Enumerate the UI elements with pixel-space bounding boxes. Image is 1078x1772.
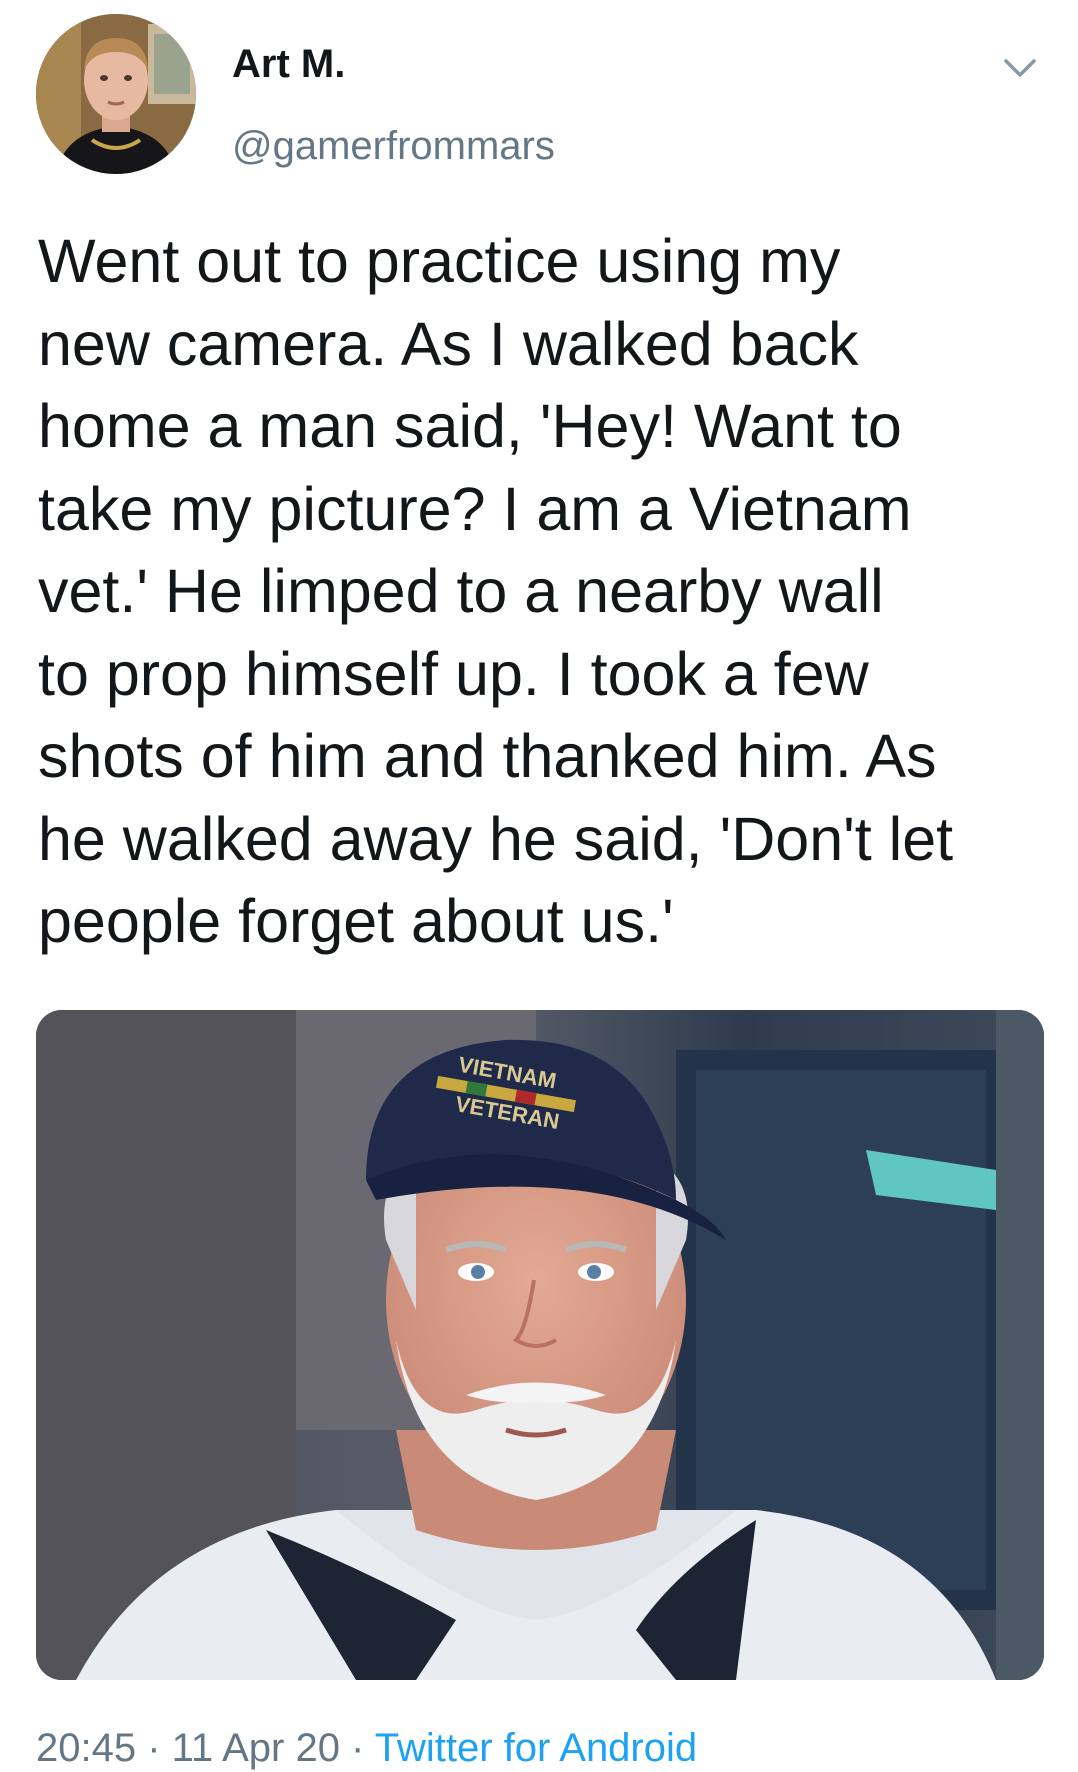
tweet-text: Went out to practice using my new camera… — [38, 227, 954, 955]
tweet-source-link[interactable]: Twitter for Android — [375, 1726, 697, 1770]
author-handle[interactable]: @gamerfrommars — [232, 122, 555, 170]
tweet-card: Art M. @gamerfrommars Went out to practi… — [0, 0, 1078, 1770]
meta-separator: · — [339, 1726, 375, 1770]
tweet-meta: 20:45 · 11 Apr 20 · Twitter for Android — [36, 1724, 697, 1772]
tweet-date[interactable]: 11 Apr 20 — [172, 1726, 340, 1770]
author-names: Art M. @gamerfrommars — [232, 40, 555, 170]
author-display-name[interactable]: Art M. — [232, 40, 555, 88]
tweet-photo[interactable]: VIETNAM VETERAN — [36, 1010, 1044, 1680]
tweet-time: 20:45 — [36, 1726, 137, 1770]
avatar[interactable] — [36, 14, 196, 174]
tweet-header: Art M. @gamerfrommars — [36, 14, 1042, 174]
meta-separator: · — [136, 1726, 172, 1770]
chevron-down-icon[interactable] — [998, 46, 1042, 90]
